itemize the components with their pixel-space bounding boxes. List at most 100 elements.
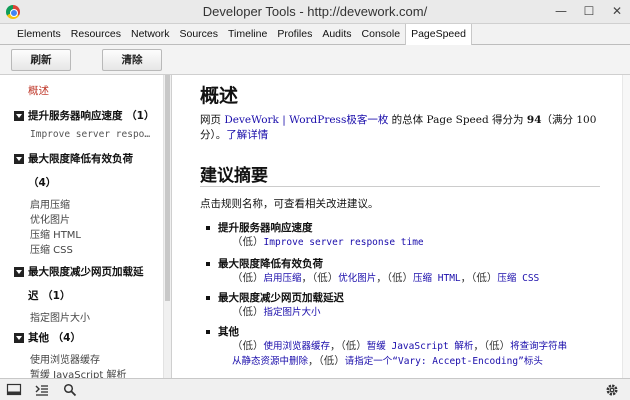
- sidebar-item-improve-server-response[interactable]: Improve server respo…: [0, 129, 164, 140]
- rule-server-response: 提升服务器响应速度 （低）Improve server response tim…: [206, 221, 608, 250]
- clear-button[interactable]: 清除: [102, 49, 162, 71]
- sidebar-group-reduce-latency[interactable]: 最大限度减少网页加载延: [0, 264, 164, 279]
- tab-timeline[interactable]: Timeline: [223, 24, 272, 45]
- window-title: Developer Tools - http://devework.com/: [202, 4, 428, 19]
- tab-console[interactable]: Console: [357, 24, 406, 45]
- rule-title[interactable]: 提升服务器响应速度: [218, 221, 608, 235]
- sidebar-group-count: （4）: [28, 177, 57, 189]
- rule-desc: （低）指定图片大小: [218, 305, 608, 320]
- sidebar-group-server-response[interactable]: 提升服务器响应速度 （1）: [0, 108, 164, 123]
- title-bar: Developer Tools - http://devework.com/ —…: [0, 0, 630, 24]
- sidebar-group-label: 最大限度降低有效负荷: [28, 153, 133, 165]
- priority-label: ，（低）: [460, 272, 498, 284]
- rule-link[interactable]: Improve server response time: [264, 237, 424, 248]
- sidebar-scrollbar-thumb[interactable]: [165, 75, 170, 301]
- rule-link[interactable]: 压缩 HTML: [413, 273, 461, 284]
- pagespeed-toolbar: 刷新 清除: [0, 45, 630, 75]
- priority-label: （低）: [232, 340, 264, 352]
- learn-more-link[interactable]: 了解详情: [226, 129, 268, 141]
- priority-label: （低）: [232, 272, 264, 284]
- dock-icon[interactable]: [6, 382, 22, 398]
- bullet-icon: [206, 262, 210, 266]
- devtools-tab-bar: Elements Resources Network Sources Timel…: [0, 23, 630, 45]
- rule-link[interactable]: 从静态资源中删除: [232, 356, 308, 367]
- tab-profiles[interactable]: Profiles: [272, 24, 317, 45]
- tab-elements[interactable]: Elements: [12, 24, 66, 45]
- collapse-triangle-icon[interactable]: [14, 267, 24, 277]
- content-scrollbar[interactable]: [622, 75, 630, 378]
- rule-link[interactable]: 启用压缩: [264, 273, 302, 284]
- rule-link[interactable]: 请指定一个“Vary: Accept-Encoding”标头: [345, 356, 543, 367]
- sidebar-item-defer-js-parsing[interactable]: 暂缓 JavaScript 解析: [0, 366, 164, 378]
- score-summary: 网页 DeveWork | WordPress极客一枚 的总体 Page Spe…: [200, 113, 604, 143]
- suggestions-intro: 点击规则名称，可查看相关改进建议。: [200, 198, 379, 210]
- suggestions-heading: 建议摘要: [200, 166, 268, 186]
- collapse-triangle-icon[interactable]: [14, 154, 24, 164]
- sidebar-group-other[interactable]: 其他 （4）: [0, 330, 164, 345]
- summary-text: 的总体 Page Speed 得分为: [388, 114, 527, 126]
- rule-desc: （低）Improve server response time: [218, 235, 608, 250]
- sidebar-group-count: 迟 （1）: [28, 290, 71, 302]
- collapse-triangle-icon[interactable]: [14, 111, 24, 121]
- rule-link[interactable]: 使用浏览器缓存: [264, 341, 331, 352]
- bullet-icon: [206, 330, 210, 334]
- refresh-button[interactable]: 刷新: [11, 49, 71, 71]
- sidebar-group-label: 最大限度减少网页加载延: [28, 266, 144, 278]
- sidebar-item-overview[interactable]: 概述: [28, 83, 171, 98]
- tab-resources[interactable]: Resources: [66, 24, 126, 45]
- rule-link[interactable]: 优化图片: [338, 273, 376, 284]
- priority-label: ，（低）: [376, 272, 414, 284]
- rule-desc: （低）启用压缩，（低）优化图片，（低）压缩 HTML，（低）压缩 CSS: [218, 271, 608, 286]
- sidebar-group-label: 其他 （4）: [28, 332, 81, 344]
- rule-desc: 从静态资源中删除，（低）请指定一个“Vary: Accept-Encoding”…: [218, 354, 608, 369]
- sidebar-item-minify-html[interactable]: 压缩 HTML: [0, 226, 164, 241]
- score-value: 94: [526, 114, 542, 126]
- gear-icon[interactable]: [604, 382, 620, 398]
- rule-link[interactable]: 指定图片大小: [264, 307, 321, 318]
- priority-label: ，（低）: [301, 272, 339, 284]
- site-link[interactable]: DeveWork | WordPress极客一枚: [224, 114, 388, 126]
- sidebar-scrollbar[interactable]: [163, 75, 171, 378]
- sidebar-item-browser-caching[interactable]: 使用浏览器缓存: [0, 351, 164, 366]
- close-button[interactable]: ✕: [608, 3, 626, 19]
- heading-divider: [200, 186, 600, 187]
- summary-text: 网页: [200, 114, 225, 126]
- sidebar-item-enable-compression[interactable]: 启用压缩: [0, 196, 164, 211]
- devtools-bottom-bar: [0, 378, 630, 400]
- rule-title[interactable]: 最大限度降低有效负荷: [218, 257, 608, 271]
- rule-link[interactable]: 暂缓 JavaScript 解析: [367, 341, 474, 352]
- rule-desc: （低）使用浏览器缓存，（低）暂缓 JavaScript 解析，（低）将查询字符串: [218, 339, 608, 354]
- minimize-button[interactable]: —: [552, 3, 570, 19]
- sidebar-group-minimize-payload[interactable]: 最大限度降低有效负荷: [0, 151, 164, 166]
- tab-network[interactable]: Network: [126, 24, 175, 45]
- rule-title[interactable]: 其他: [218, 325, 608, 339]
- priority-label: （低）: [232, 236, 264, 248]
- search-icon[interactable]: [62, 382, 78, 398]
- rule-title[interactable]: 最大限度减少网页加载延迟: [218, 291, 608, 305]
- priority-label: ，（低）: [308, 355, 345, 367]
- rule-minimize-payload: 最大限度降低有效负荷 （低）启用压缩，（低）优化图片，（低）压缩 HTML，（低…: [206, 257, 608, 286]
- rule-reduce-latency: 最大限度减少网页加载延迟 （低）指定图片大小: [206, 291, 608, 320]
- sidebar-group-label: 提升服务器响应速度 （1）: [28, 110, 155, 122]
- console-icon[interactable]: [34, 382, 50, 398]
- rule-link[interactable]: 压缩 CSS: [497, 273, 539, 284]
- rule-other: 其他 （低）使用浏览器缓存，（低）暂缓 JavaScript 解析，（低）将查询…: [206, 325, 608, 369]
- tab-sources[interactable]: Sources: [175, 24, 224, 45]
- sidebar-item-optimize-images[interactable]: 优化图片: [0, 211, 164, 226]
- sidebar-item-minify-css[interactable]: 压缩 CSS: [0, 241, 164, 256]
- priority-label: ，（低）: [473, 340, 511, 352]
- tab-pagespeed[interactable]: PageSpeed: [405, 23, 472, 45]
- priority-label: ，（低）: [330, 340, 367, 352]
- page-title: 概述: [200, 85, 239, 107]
- rules-sidebar: 概述 提升服务器响应速度 （1） Improve server respo… 最…: [0, 75, 172, 378]
- maximize-button[interactable]: ☐: [580, 3, 598, 19]
- tab-audits[interactable]: Audits: [317, 24, 356, 45]
- collapse-triangle-icon[interactable]: [14, 333, 24, 343]
- report-content: 概述 网页 DeveWork | WordPress极客一枚 的总体 Page …: [178, 75, 622, 378]
- bullet-icon: [206, 226, 210, 230]
- priority-label: （低）: [232, 306, 264, 318]
- sidebar-item-specify-image-dimensions[interactable]: 指定图片大小: [0, 309, 164, 324]
- window-controls: — ☐ ✕: [552, 3, 626, 19]
- bullet-icon: [206, 296, 210, 300]
- rule-link[interactable]: 将查询字符串: [510, 341, 567, 352]
